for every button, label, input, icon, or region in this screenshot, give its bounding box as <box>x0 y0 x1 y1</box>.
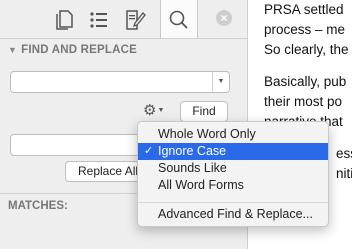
find-input[interactable]: ▼ <box>10 71 230 93</box>
find-replace-header[interactable]: ▼ FIND AND REPLACE <box>8 44 137 56</box>
chevron-down-icon[interactable]: ▼ <box>212 72 229 92</box>
list-icon[interactable] <box>86 7 112 33</box>
disclosure-triangle-icon: ▼ <box>8 45 18 55</box>
divider <box>0 38 247 39</box>
menu-item-label: Ignore Case <box>158 144 227 158</box>
doc-line: their most po <box>264 94 343 109</box>
menu-item-advanced[interactable]: Advanced Find & Replace... <box>138 206 328 223</box>
menu-item-label: All Word Forms <box>158 178 244 192</box>
sidebar-tabbar: × <box>0 0 247 38</box>
menu-item-ignore-case[interactable]: ✓ Ignore Case <box>138 143 328 160</box>
doc-line: process – me <box>264 22 346 37</box>
edit-icon[interactable] <box>122 7 148 33</box>
menu-item-whole-word[interactable]: Whole Word Only <box>138 126 328 143</box>
menu-item-label: Advanced Find & Replace... <box>158 207 313 221</box>
replace-input[interactable] <box>10 134 140 156</box>
matches-header: MATCHES: <box>8 200 68 212</box>
menu-divider <box>138 202 328 203</box>
checkmark-icon: ✓ <box>144 145 154 157</box>
chevron-down-icon: ▼ <box>157 107 165 115</box>
doc-line: So clearly, the <box>264 42 349 57</box>
document-icon[interactable] <box>52 7 78 33</box>
doc-line: Basically, pub <box>264 74 347 89</box>
replace-all-button[interactable]: Replace All <box>65 161 143 182</box>
find-button[interactable]: Find <box>180 101 228 122</box>
menu-item-label: Sounds Like <box>158 161 227 175</box>
doc-line: PRSA settled <box>264 2 344 17</box>
close-icon[interactable]: × <box>216 10 232 26</box>
gear-icon: ⚙ <box>143 102 157 119</box>
tab-search[interactable] <box>160 0 198 38</box>
menu-item-sounds-like[interactable]: Sounds Like <box>138 160 328 177</box>
menu-item-label: Whole Word Only <box>158 127 256 141</box>
menu-item-all-word-forms[interactable]: All Word Forms <box>138 177 328 194</box>
search-icon <box>166 7 192 33</box>
search-options-button[interactable]: ⚙▼ <box>143 102 173 120</box>
find-replace-title: FIND AND REPLACE <box>21 44 137 56</box>
search-options-menu: Whole Word Only ✓ Ignore Case Sounds Lik… <box>137 121 329 227</box>
